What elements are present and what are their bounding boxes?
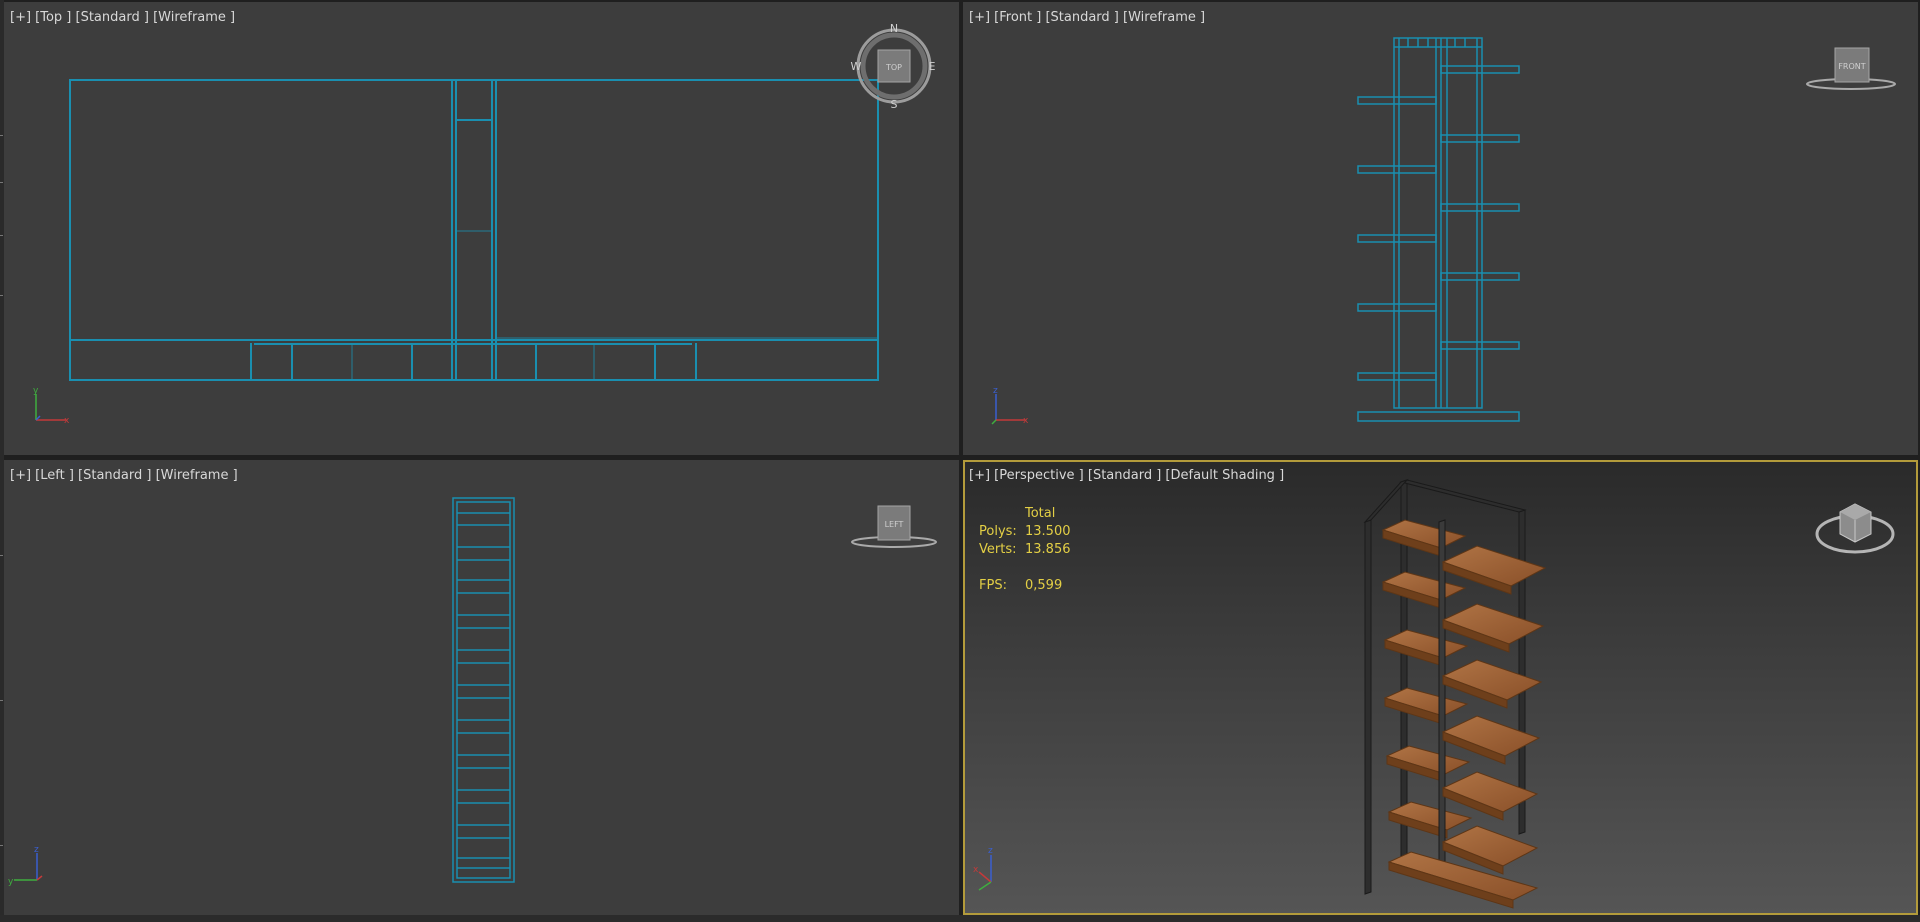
axis-y-label: y [33,386,39,396]
viewcube-perspective[interactable] [1815,503,1895,554]
axis-x-label: x [1023,416,1029,426]
axis-tripod-top: y x [33,386,70,426]
viewcube-face-label: TOP [885,63,902,72]
viewcube-face-label: FRONT [1838,62,1865,71]
viewport-left[interactable]: [+] [Left ] [Standard ] [Wireframe ] LEF… [4,460,959,915]
axis-tripod-perspective: z x [973,846,993,891]
compass-w: W [851,60,862,73]
axis-x-label: x [973,865,979,875]
viewcube-left[interactable]: LEFT [851,505,937,548]
compass-n: N [890,22,898,35]
perspective-render: z x [973,478,1895,909]
viewport-top[interactable]: [+] [Top ] [Standard ] [Wireframe ] TOP … [4,2,959,455]
bottom-status-strip [0,915,1920,922]
compass-s: S [891,98,898,111]
viewcube-compass[interactable]: TOP N S E W [851,22,936,111]
axis-z-label: z [988,846,993,856]
axis-tripod-front: z x [991,386,1029,426]
axis-tripod-left: z y [8,845,43,887]
top-wireframe: TOP N S E W y x [33,22,936,426]
axis-x-label: x [64,416,70,426]
viewport-front[interactable]: [+] [Front ] [Standard ] [Wireframe ] FR… [963,2,1918,455]
front-wireframe: FRONT z x [991,37,1896,426]
left-wireframe: LEFT z y [8,497,937,887]
axis-y-label: y [8,877,14,887]
viewcube-front[interactable]: FRONT [1806,47,1896,90]
viewcube-face-label: LEFT [885,520,904,529]
axis-z-label: z [34,845,39,855]
axis-z-label: z [993,386,998,396]
viewport-perspective[interactable]: [+] [Perspective ] [Standard ] [Default … [963,460,1918,915]
compass-e: E [929,60,936,73]
